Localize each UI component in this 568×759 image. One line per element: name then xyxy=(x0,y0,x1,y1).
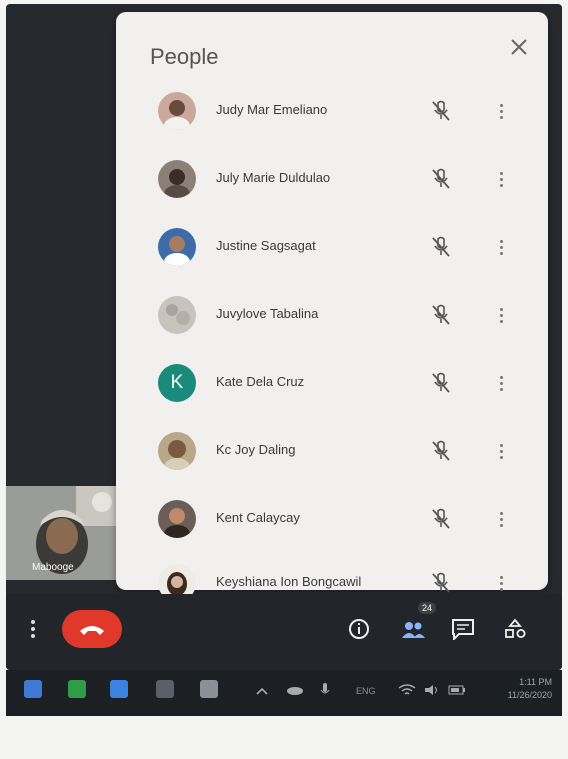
participant-row[interactable]: Kc Joy Daling xyxy=(116,422,548,482)
activities-icon xyxy=(505,618,526,638)
participant-row[interactable]: Juvylove Tabalina xyxy=(116,286,548,346)
chevron-up-icon[interactable] xyxy=(256,686,268,696)
participant-name: July Marie Duldulao xyxy=(216,170,331,185)
microphone-icon[interactable] xyxy=(320,682,330,698)
mic-muted-icon[interactable] xyxy=(428,166,454,192)
people-button[interactable]: 24 xyxy=(400,602,437,642)
participant-name: Kc Joy Daling xyxy=(216,442,296,457)
more-options-icon[interactable] xyxy=(494,506,508,532)
panel-title: People xyxy=(150,44,219,69)
participant-name: Judy Mar Emeliano xyxy=(216,102,328,117)
close-icon xyxy=(511,39,527,55)
avatar xyxy=(158,92,196,130)
more-vert-icon xyxy=(31,620,35,638)
participant-name: Kate Dela Cruz xyxy=(216,374,305,389)
taskbar-app-icon[interactable] xyxy=(156,680,174,698)
taskbar-app-icon[interactable] xyxy=(110,680,128,698)
clock-time: 1:11 PM xyxy=(519,677,552,687)
mic-muted-icon[interactable] xyxy=(428,570,454,596)
more-options-icon[interactable] xyxy=(494,302,508,328)
participant-name: Kent Calaycay xyxy=(216,510,300,525)
mic-muted-icon[interactable] xyxy=(428,370,454,396)
taskbar-app-icon[interactable] xyxy=(68,680,86,698)
more-options-icon[interactable] xyxy=(494,166,508,192)
people-count-badge: 24 xyxy=(418,602,437,614)
more-options-icon[interactable] xyxy=(494,98,508,124)
end-call-button[interactable] xyxy=(62,610,122,648)
mic-muted-icon[interactable] xyxy=(428,438,454,464)
end-call-icon xyxy=(80,626,104,635)
info-icon xyxy=(349,619,369,639)
more-options-icon[interactable] xyxy=(494,438,508,464)
activities-button[interactable] xyxy=(502,616,528,642)
more-vert-button[interactable] xyxy=(20,616,46,642)
meeting-details-button[interactable] xyxy=(346,616,372,642)
participant-row[interactable]: July Marie Duldulao xyxy=(116,150,548,210)
cloud-icon[interactable] xyxy=(286,684,304,696)
more-options-icon[interactable] xyxy=(494,570,508,596)
taskbar-app-icon[interactable] xyxy=(200,680,218,698)
taskbar-app-icon[interactable] xyxy=(24,680,42,698)
self-video-tile[interactable]: Mabooge xyxy=(6,486,130,580)
close-button[interactable] xyxy=(504,32,534,62)
wifi-icon[interactable] xyxy=(398,684,416,696)
avatar xyxy=(158,432,196,470)
screen: Mabooge People Judy Mar Emeliano July Ma… xyxy=(6,4,562,670)
participant-row[interactable]: K Kate Dela Cruz xyxy=(116,354,548,414)
avatar xyxy=(158,500,196,538)
more-options-icon[interactable] xyxy=(494,370,508,396)
chat-icon xyxy=(452,619,474,640)
mic-muted-icon[interactable] xyxy=(428,98,454,124)
chat-button[interactable] xyxy=(450,616,476,642)
participant-row[interactable]: Justine Sagsagat xyxy=(116,218,548,278)
self-tile-label: Mabooge xyxy=(32,562,74,573)
participant-row[interactable]: Kent Calaycay xyxy=(116,490,548,550)
participant-name: Keyshiana Ion Bongcawil xyxy=(216,574,362,589)
participant-row[interactable]: Judy Mar Emeliano xyxy=(116,82,548,142)
people-icon xyxy=(402,622,425,638)
clock[interactable]: 1:11 PM 11/26/2020 xyxy=(508,676,552,702)
participant-name: Justine Sagsagat xyxy=(216,238,316,253)
avatar xyxy=(158,160,196,198)
battery-icon[interactable] xyxy=(448,685,466,695)
participant-name: Juvylove Tabalina xyxy=(216,306,319,321)
letter-avatar: K xyxy=(158,364,196,402)
avatar xyxy=(158,228,196,266)
people-panel: People Judy Mar Emeliano July Marie Duld… xyxy=(116,12,548,602)
windows-taskbar: ENG 1:11 PM 11/26/2020 xyxy=(6,670,562,716)
avatar xyxy=(158,296,196,334)
volume-icon[interactable] xyxy=(424,684,440,696)
mic-muted-icon[interactable] xyxy=(428,302,454,328)
more-options-icon[interactable] xyxy=(494,234,508,260)
mic-muted-icon[interactable] xyxy=(428,234,454,260)
mic-muted-icon[interactable] xyxy=(428,506,454,532)
language-indicator[interactable]: ENG xyxy=(356,686,376,696)
clock-date: 11/26/2020 xyxy=(507,690,552,700)
